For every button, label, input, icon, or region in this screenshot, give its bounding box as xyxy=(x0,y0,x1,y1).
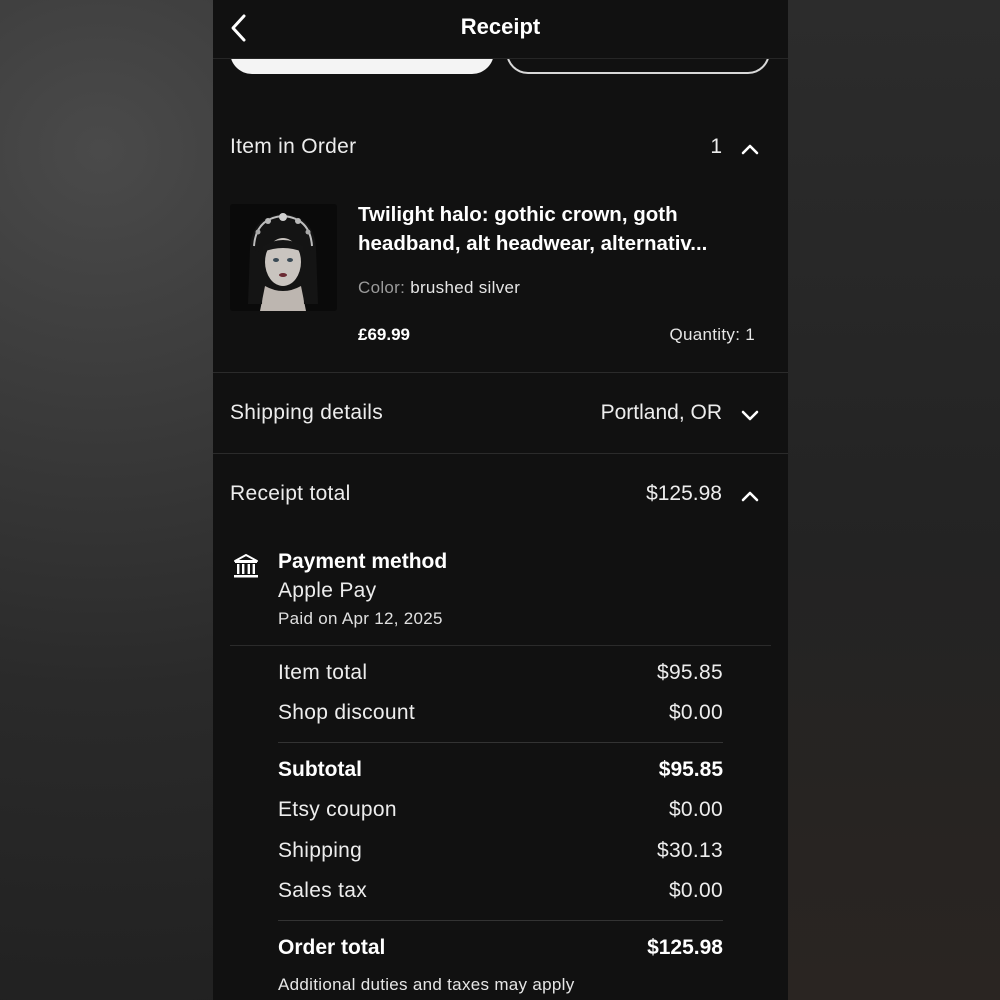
variant-label: Color: xyxy=(358,278,406,297)
payment-method-title: Payment method xyxy=(278,550,448,573)
shipping-details-label: Shipping details xyxy=(230,401,384,424)
divider xyxy=(278,742,723,743)
payment-method-name: Apple Pay xyxy=(278,579,377,602)
divider xyxy=(230,645,771,646)
sales-tax-value: $0.00 xyxy=(668,879,723,902)
chevron-up-icon[interactable] xyxy=(741,142,759,155)
bank-icon xyxy=(233,553,259,580)
chevron-up-icon[interactable] xyxy=(741,489,759,502)
subtotal-value: $95.85 xyxy=(658,758,723,781)
shop-discount-row: Shop discount $0.00 xyxy=(278,701,723,725)
item-variant: Color: brushed silver xyxy=(358,278,520,298)
order-total-row: Order total $125.98 xyxy=(278,936,723,960)
subtotal-row: Subtotal $95.85 xyxy=(278,758,723,782)
shipping-cost-value: $30.13 xyxy=(656,839,723,862)
receipt-screen: Receipt Item in Order 1 Twilight halo: g… xyxy=(213,0,788,1000)
divider xyxy=(213,372,788,373)
nav-bar: Receipt xyxy=(213,0,788,59)
sales-tax-label: Sales tax xyxy=(278,879,368,902)
item-title-line-1: Twilight halo: gothic crown, goth xyxy=(358,203,678,226)
receipt-total-value: $125.98 xyxy=(646,482,722,505)
order-total-label: Order total xyxy=(278,936,386,959)
etsy-coupon-row: Etsy coupon $0.00 xyxy=(278,798,723,822)
order-total-value: $125.98 xyxy=(647,936,723,959)
item-thumbnail[interactable] xyxy=(230,204,337,311)
shipping-location: Portland, OR xyxy=(600,401,722,424)
background-right xyxy=(788,0,1000,1000)
item-total-value: $95.85 xyxy=(656,661,723,684)
chevron-down-icon[interactable] xyxy=(741,408,759,421)
shipping-cost-label: Shipping xyxy=(278,839,363,862)
sales-tax-row: Sales tax $0.00 xyxy=(278,879,723,903)
items-in-order-label: Item in Order xyxy=(230,135,357,158)
divider xyxy=(278,920,723,921)
etsy-coupon-label: Etsy coupon xyxy=(278,798,397,821)
page-title: Receipt xyxy=(460,14,541,39)
item-quantity: Quantity: 1 xyxy=(669,325,755,344)
etsy-coupon-value: $0.00 xyxy=(668,798,723,821)
item-price: £69.99 xyxy=(358,325,410,344)
receipt-total-label: Receipt total xyxy=(230,482,351,505)
item-title-line-2: headband, alt headwear, alternativ... xyxy=(358,232,708,255)
subtotal-label: Subtotal xyxy=(278,758,362,781)
item-total-label: Item total xyxy=(278,661,368,684)
shop-discount-label: Shop discount xyxy=(278,701,415,724)
shipping-cost-row: Shipping $30.13 xyxy=(278,839,723,863)
divider xyxy=(213,453,788,454)
duties-footnote: Additional duties and taxes may apply xyxy=(278,975,575,994)
item-title[interactable]: Twilight halo: gothic crown, goth headba… xyxy=(358,200,758,258)
shop-discount-value: $0.00 xyxy=(668,701,723,724)
variant-value: brushed silver xyxy=(410,278,521,297)
items-count: 1 xyxy=(710,135,722,158)
item-total-row: Item total $95.85 xyxy=(278,661,723,685)
payment-date: Paid on Apr 12, 2025 xyxy=(278,609,443,628)
